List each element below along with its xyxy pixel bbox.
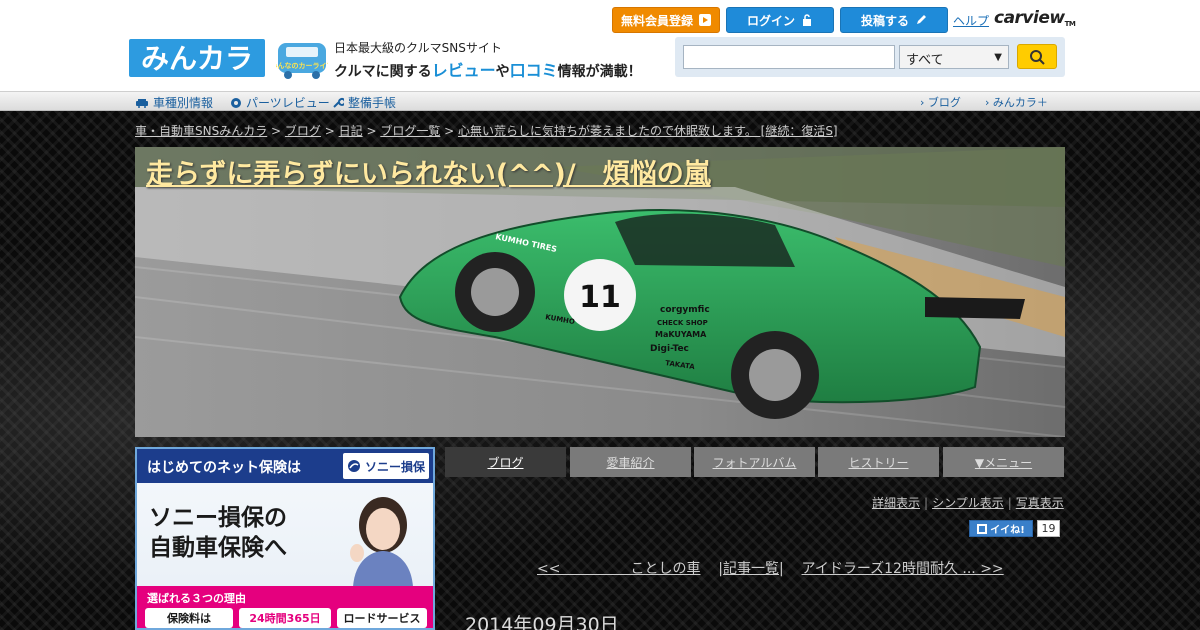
like-widget: イイね! 19: [969, 520, 1060, 537]
mascot-car-icon: みんなのカーライフ: [271, 37, 334, 79]
nav-blog[interactable]: › ブログ: [920, 94, 961, 110]
like-count: 19: [1037, 520, 1060, 537]
arrow-right-icon: [699, 14, 711, 26]
ad-top-bar: はじめてのネット保険は ソニー損保: [137, 449, 433, 483]
post-list-link[interactable]: 記事一覧: [723, 561, 779, 577]
ad-model-image: [350, 497, 413, 587]
post-navigation: << ことしの車 |記事一覧| アイドラーズ12時間耐久 ... >>: [537, 561, 1004, 577]
search-input[interactable]: [683, 45, 895, 69]
search-category-select[interactable]: すべて ▼: [899, 45, 1009, 69]
ad-reason-text: 選ばれる３つの理由: [147, 592, 246, 605]
tab-blog[interactable]: ブログ: [445, 447, 566, 477]
pen-icon: [917, 15, 926, 24]
breadcrumb-blog[interactable]: ブログ: [285, 124, 321, 138]
search-icon: [1030, 49, 1045, 65]
nav-minkara-plus[interactable]: › みんカラ＋: [985, 94, 1048, 110]
view-photo-link[interactable]: 写真表示: [1016, 496, 1064, 510]
like-button[interactable]: イイね!: [969, 520, 1033, 537]
ad-top-text: はじめてのネット保険は: [147, 460, 301, 476]
help-link[interactable]: ヘルプ: [953, 12, 989, 29]
sony-logo-icon: [347, 460, 360, 472]
view-mode-links: 詳細表示 | シンプル表示 | 写真表示: [872, 496, 1064, 510]
ad-brand: ソニー損保: [343, 453, 429, 479]
tagline-primary: 日本最大級のクルマSNSサイト: [334, 41, 502, 55]
tab-photo-album[interactable]: フォトアルバム: [694, 447, 815, 477]
view-detail-link[interactable]: 詳細表示: [872, 496, 920, 510]
nav-car-info[interactable]: 車種別情報: [135, 94, 213, 111]
sponsor-makuyama: MaKUYAMA: [655, 330, 707, 339]
ad-banner[interactable]: はじめてのネット保険は ソニー損保 ソニー損保の 自動車保険へ 選ばれる３つの理由…: [135, 447, 435, 630]
logo-text: みんカラ: [141, 42, 253, 75]
post-button[interactable]: 投稿する: [840, 7, 948, 33]
post-date: 2014年09月30日: [465, 614, 619, 630]
sponsor-checkshop: CHECK SHOP: [657, 319, 708, 327]
breadcrumb-current[interactable]: 心無い荒らしに気持ちが萎えましたので休眠致します。 [継続：復活S]: [458, 124, 838, 138]
minkara-logo[interactable]: みんカラ: [129, 37, 267, 79]
sponsor-digitec: Digi-Tec: [650, 344, 689, 354]
mascot-text: みんなのカーライフ: [276, 61, 328, 70]
ad-chip-24h: 24時間365日: [239, 608, 331, 628]
ad-headline: ソニー損保の 自動車保険へ: [149, 505, 287, 561]
ad-reason-bar: 選ばれる３つの理由 保険料は 24時間365日 ロードサービス: [137, 586, 433, 628]
tagline-secondary: クルマに関するレビューや口コミ情報が満載！: [334, 61, 642, 80]
breadcrumb-diary[interactable]: 日記: [339, 124, 363, 138]
lock-icon: [803, 14, 811, 26]
next-post-link[interactable]: アイドラーズ12時間耐久 ... >>: [802, 561, 1004, 577]
search-box: すべて ▼: [675, 37, 1065, 77]
wrench-icon: [333, 97, 344, 108]
view-simple-link[interactable]: シンプル表示: [932, 496, 1004, 510]
search-button[interactable]: [1017, 44, 1057, 69]
tab-menu[interactable]: ▼メニュー: [943, 447, 1064, 477]
minkara-like-icon: [977, 523, 988, 534]
blog-title[interactable]: 走らずに弄らずにいられない(^^)/ 煩悩の嵐: [146, 152, 711, 191]
register-button[interactable]: 無料会員登録: [612, 7, 720, 33]
login-button[interactable]: ログイン: [726, 7, 834, 33]
breadcrumb: 車・自動車SNSみんカラ > ブログ > 日記 > ブログ一覧 > 心無い荒らし…: [135, 124, 838, 138]
nav-maintenance[interactable]: 整備手帳: [332, 94, 396, 111]
site-header: みんカラ みんなのカーライフ 日本最大級のクルマSNSサイト クルマに関するレビ…: [0, 0, 1200, 91]
car-number: 11: [579, 280, 621, 315]
tab-history[interactable]: ヒストリー: [818, 447, 939, 477]
breadcrumb-home[interactable]: 車・自動車SNSみんカラ: [135, 124, 267, 138]
breadcrumb-blog-list[interactable]: ブログ一覧: [380, 124, 440, 138]
ad-body: ソニー損保の 自動車保険へ 選ばれる３つの理由 保険料は 24時間365日 ロード…: [137, 483, 433, 628]
global-nav: 車種別情報 パーツレビュー 整備手帳 › ブログ › みんカラ＋: [0, 91, 1200, 111]
sponsor-corgymfic: corgymfic: [660, 305, 710, 315]
ad-chip-road: ロードサービス: [337, 608, 427, 628]
ad-chip-price: 保険料は: [145, 608, 233, 628]
gear-icon: [231, 97, 241, 108]
nav-parts-review[interactable]: パーツレビュー: [230, 94, 330, 111]
carview-logo[interactable]: carviewTM: [994, 8, 1076, 28]
prev-post-link[interactable]: << ことしの車: [537, 561, 700, 577]
car-icon: [136, 98, 148, 108]
tab-car-intro[interactable]: 愛車紹介: [570, 447, 691, 477]
